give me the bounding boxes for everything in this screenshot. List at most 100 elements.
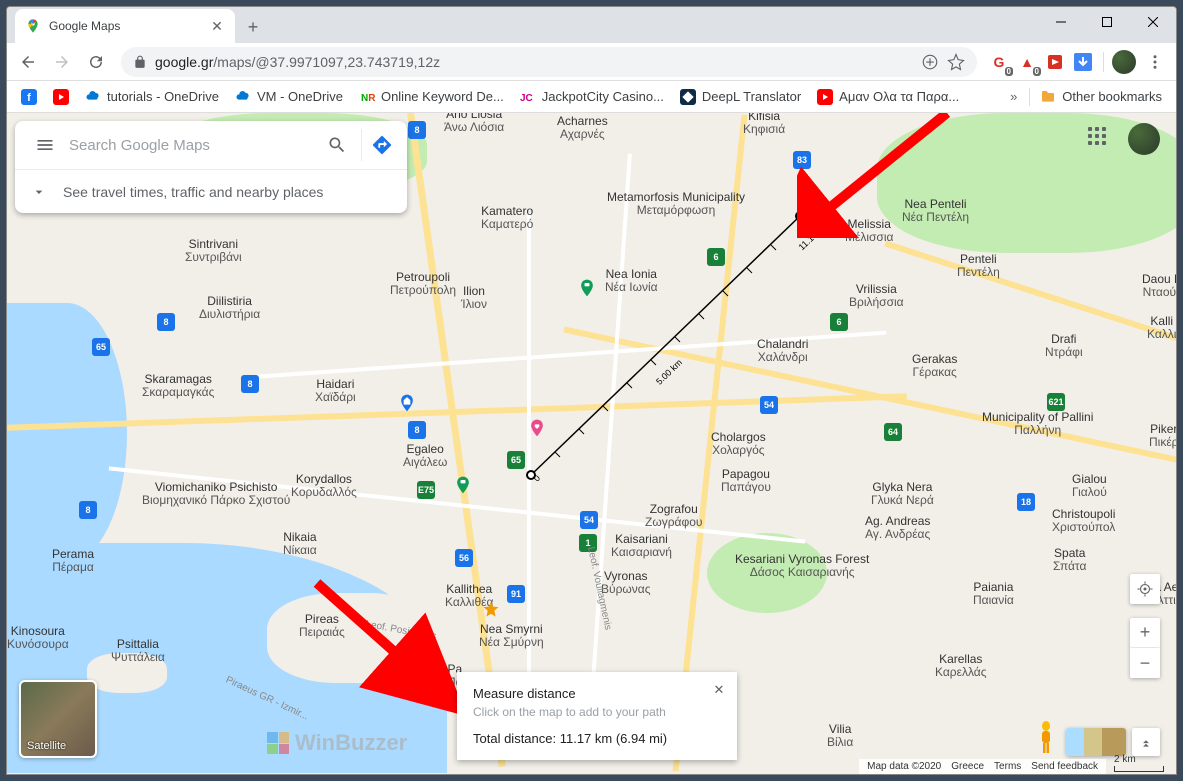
bookmarks-bar: f tutorials - OneDrive VM - OneDriveNROnli…	[7, 81, 1176, 113]
place-label: Ano LiosiaΆνω Λιόσια	[444, 113, 504, 134]
zoom-out-button[interactable]: −	[1130, 648, 1160, 678]
place-label: PsittaliaΨυττάλεια	[111, 638, 165, 664]
bookmark-icon: f	[21, 89, 37, 105]
map-viewport[interactable]: Ano LiosiaΆνω Λιόσια AcharnesΑχαρνές Kifis…	[7, 113, 1176, 774]
extension-icon[interactable]	[1071, 50, 1095, 74]
my-location-button[interactable]	[1130, 574, 1160, 604]
bookmark-icon	[53, 89, 69, 105]
place-label: ChalandriΧαλάνδρι	[757, 338, 808, 364]
profile-avatar[interactable]	[1112, 50, 1136, 74]
google-apps-button[interactable]	[1088, 127, 1112, 151]
back-button[interactable]	[13, 47, 43, 77]
menu-button[interactable]	[21, 135, 69, 155]
bookmark-icon	[680, 89, 696, 105]
place-label: PireasΠειραιάς	[299, 613, 345, 639]
road-shield: 8	[157, 313, 175, 331]
place-label: Glyka NeraΓλυκά Νερά	[871, 481, 934, 507]
browser-menu-button[interactable]	[1140, 47, 1170, 77]
place-label: PapagouΠαπάγου	[721, 468, 771, 494]
expand-panel-button[interactable]: See travel times, traffic and nearby pla…	[15, 169, 407, 213]
copyright-text: Map data ©2020	[867, 761, 941, 772]
place-label: SkaramagasΣκαραμαγκάς	[142, 373, 214, 399]
road-shield: 8	[79, 501, 97, 519]
bookmark-item[interactable]	[47, 85, 75, 109]
winbuzzer-logo-icon	[267, 732, 289, 754]
place-label: DiilistiriaΔιυλιστήρια	[199, 295, 260, 321]
bookmark-item[interactable]: tutorials - OneDrive	[79, 85, 225, 109]
svg-text:NR: NR	[361, 93, 375, 104]
road-shield: 65	[507, 451, 525, 469]
measure-result: Total distance: 11.17 km (6.94 mi)	[473, 731, 721, 746]
account-avatar[interactable]	[1128, 123, 1160, 155]
reload-button[interactable]	[81, 47, 111, 77]
bookmark-item[interactable]: f	[15, 85, 43, 109]
browser-toolbar: google.gr/maps/@37.9971097,23.743719,12z…	[7, 43, 1176, 81]
star-pin-icon	[481, 600, 501, 620]
titlebar: Google Maps ✕ +	[7, 7, 1176, 43]
place-label: VrilissiaΒριλήσσια	[849, 283, 904, 309]
pegman-icon[interactable]	[1032, 720, 1060, 756]
place-label: SintrivaniΣυντριβάνι	[185, 238, 242, 264]
place-label: Kesariani Vyronas ForestΔάσος Καισαριανή…	[735, 553, 869, 579]
folder-icon	[1040, 89, 1056, 105]
browser-tab[interactable]: Google Maps ✕	[15, 9, 235, 43]
tab-title: Google Maps	[49, 19, 201, 33]
bookmark-item[interactable]: NROnline Keyword De...	[353, 85, 510, 109]
bookmark-item[interactable]: VM - OneDrive	[229, 85, 349, 109]
svg-text:f: f	[27, 92, 31, 104]
maximize-button[interactable]	[1084, 7, 1130, 37]
bookmark-item[interactable]: Αμαν Ολα τα Παρα...	[811, 85, 965, 109]
satellite-label: Satellite	[27, 740, 66, 752]
forward-button[interactable]	[47, 47, 77, 77]
extension-icon[interactable]	[1043, 50, 1067, 74]
place-label: KamateroΚαματερό	[481, 205, 533, 231]
measure-end-point[interactable]	[795, 211, 805, 221]
url-text: google.gr/maps/@37.9971097,23.743719,12z	[155, 54, 913, 70]
place-label: KifisiaΚηφισιά	[743, 113, 785, 136]
bookmark-icon: JC	[520, 89, 536, 105]
terms-link[interactable]: Terms	[994, 761, 1021, 772]
bookmark-label: Αμαν Ολα τα Παρα...	[839, 89, 959, 104]
extension-icon[interactable]: G0	[987, 50, 1011, 74]
place-label: VyronasΒύρωνας	[601, 570, 650, 596]
bookmarks-overflow-button[interactable]: »	[1002, 89, 1025, 104]
road-shield: 18	[1017, 493, 1035, 511]
bookmark-item[interactable]: JCJackpotCity Casino...	[514, 85, 670, 109]
extension-icon[interactable]: ▲0	[1015, 50, 1039, 74]
feedback-link[interactable]: Send feedback	[1031, 761, 1098, 772]
other-bookmarks-folder[interactable]: Other bookmarks	[1034, 85, 1168, 109]
search-input[interactable]	[69, 137, 317, 154]
zoom-in-button[interactable]: +	[1130, 618, 1160, 648]
road-shield: 8	[241, 375, 259, 393]
address-bar[interactable]: google.gr/maps/@37.9971097,23.743719,12z	[121, 47, 977, 77]
close-measure-button[interactable]: ✕	[709, 680, 729, 700]
close-window-button[interactable]	[1130, 7, 1176, 37]
road-shield: 91	[507, 585, 525, 603]
minimize-button[interactable]	[1038, 7, 1084, 37]
pegman-row	[1032, 720, 1160, 756]
place-label: CholargosΧολαργός	[711, 431, 766, 457]
install-app-icon[interactable]	[921, 53, 939, 71]
imagery-thumb[interactable]	[1066, 728, 1126, 756]
browser-window: Google Maps ✕ + google.gr/maps/@37.99710…	[6, 6, 1177, 775]
road-shield: 6	[707, 248, 725, 266]
place-label: EgaleoΑιγάλεω	[403, 443, 447, 469]
place-label: SpataΣπάτα	[1053, 547, 1086, 573]
road-shield: E75	[417, 481, 435, 499]
bookmark-item[interactable]: DeepL Translator	[674, 85, 807, 109]
search-button[interactable]	[317, 135, 357, 155]
tab-close-icon[interactable]: ✕	[209, 18, 225, 34]
place-label: Nea SmyrniΝέα Σμύρνη	[479, 623, 544, 649]
road-shield: 8	[408, 121, 426, 139]
place-label: AcharnesΑχαρνές	[557, 115, 608, 141]
satellite-layer-button[interactable]: Satellite	[19, 680, 97, 758]
collapse-controls-button[interactable]	[1132, 728, 1160, 756]
home-pin-icon	[397, 393, 417, 413]
place-label: Metamorfosis MunicipalityΜεταμόρφωση	[607, 191, 745, 217]
new-tab-button[interactable]: +	[239, 13, 267, 41]
bookmark-star-icon[interactable]	[947, 53, 965, 71]
directions-button[interactable]	[361, 129, 401, 161]
bookmark-label: tutorials - OneDrive	[107, 89, 219, 104]
road-shield: 8	[408, 421, 426, 439]
scale-text: 2 km	[1114, 754, 1136, 765]
